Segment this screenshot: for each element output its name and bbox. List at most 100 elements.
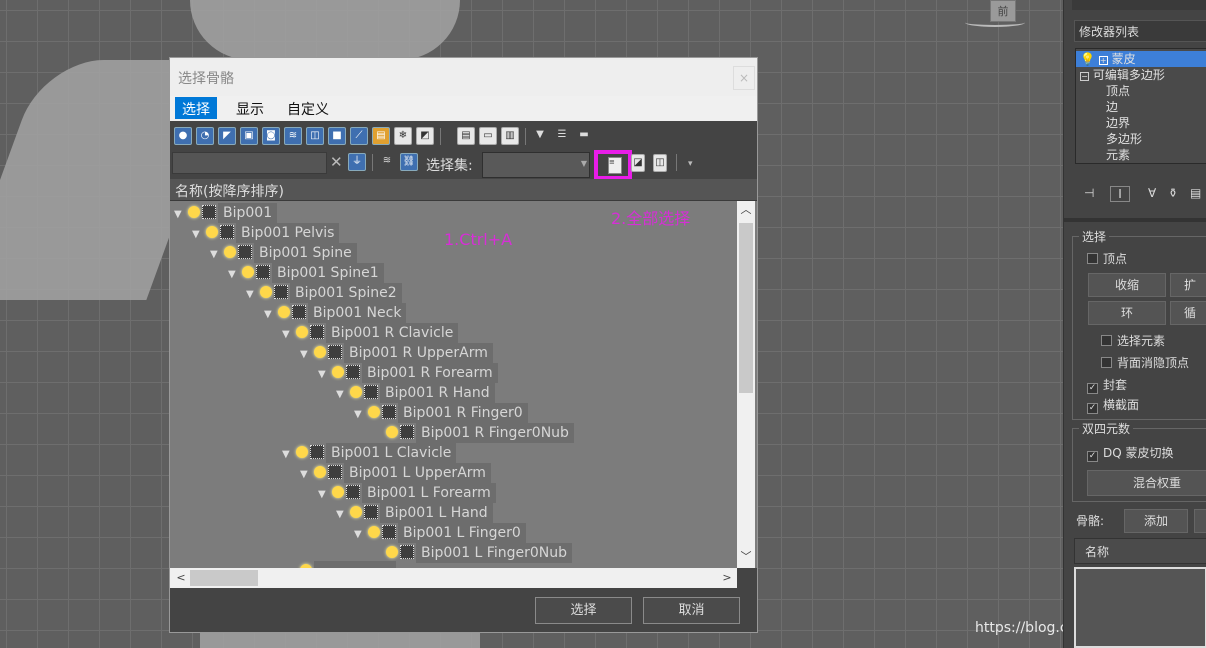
lightbulb-icon[interactable] [350,506,362,518]
lightbulb-icon[interactable] [314,346,326,358]
display-spacewarps-icon[interactable]: ≋ [284,127,302,145]
checkbox-box-checked[interactable]: ✓ [1087,383,1098,394]
display-lights-icon[interactable]: ◤ [218,127,236,145]
tree-row[interactable]: ▼ Bip001 R Forearm [318,363,498,383]
lightbulb-icon[interactable] [278,306,290,318]
scroll-left-icon[interactable]: < [172,569,190,587]
blend-weights-button[interactable]: 混合权重 [1087,470,1206,496]
tree-row[interactable]: ▼ Bip001 Neck [264,303,407,325]
lightbulb-icon[interactable] [296,446,308,458]
bone-list[interactable] [1074,567,1206,648]
backface-checkbox[interactable]: 背面消隐顶点 [1101,354,1189,371]
vertex-checkbox[interactable]: 顶点 [1087,250,1127,267]
search-input[interactable] [172,152,327,174]
clear-icon[interactable]: ✕ [330,153,343,171]
tree-row[interactable]: ▼ Bip001 L Forearm [318,483,496,503]
expand-triangle-icon[interactable]: ▼ [354,405,368,425]
ring-button[interactable]: 环 [1088,301,1166,325]
stack-item-element[interactable]: 元素 [1106,147,1130,163]
expand-triangle-icon[interactable]: ▼ [282,325,296,345]
lightbulb-icon[interactable] [368,406,380,418]
tree-row[interactable]: ▼ Bip001 L UpperArm [300,463,491,483]
select-all-page-icon[interactable]: ≡ [608,157,622,174]
lightbulb-icon[interactable] [332,486,344,498]
make-unique-icon[interactable]: ∀ [1148,186,1156,202]
lightbulb-icon[interactable] [314,466,326,478]
create-set-icon[interactable]: ◪ [631,154,645,172]
hierarchy-icon[interactable]: ⛓ [400,153,418,171]
filter-list-icon[interactable]: ☰ [553,127,571,145]
select-button[interactable]: 选择 [535,597,632,624]
tree-row[interactable]: ▼ Bip001 L Hand [336,503,493,523]
column-header[interactable]: 名称(按降序排序) [170,179,757,201]
checkbox-box-checked[interactable]: ✓ [1087,451,1098,462]
loop-button[interactable]: 循 [1170,301,1206,325]
stack-item-editable-poly[interactable]: − 可编辑多边形 [1080,67,1165,83]
lightbulb-icon[interactable] [188,206,200,218]
delete-set-icon[interactable]: ◫ [653,154,667,172]
tree-row[interactable]: ▼ Bip001 [174,203,278,223]
expand-triangle-icon[interactable]: ▼ [300,465,314,485]
lightbulb-icon[interactable] [260,286,272,298]
stack-item-vertex[interactable]: 顶点 [1106,83,1130,99]
scrollbar-thumb[interactable] [739,223,753,393]
tree-row[interactable]: ▼ Bip001 Pelvis [192,223,340,243]
display-geometry-icon[interactable]: ● [174,127,192,145]
expand-triangle-icon[interactable]: ▼ [318,365,332,385]
scroll-down-icon[interactable]: ﹀ [737,548,755,566]
lightbulb-icon[interactable] [242,266,254,278]
lightbulb-icon[interactable] [206,226,218,238]
stack-item-edge[interactable]: 边 [1106,99,1118,115]
cross-section-checkbox[interactable]: ✓ 横截面 [1087,396,1139,414]
lightbulb-icon[interactable] [224,246,236,258]
checkbox-box-checked[interactable]: ✓ [1087,403,1098,414]
remove-bone-button[interactable] [1194,509,1206,533]
tree-row[interactable]: ▼ Bip001 L Clavicle [282,443,457,463]
select-all-icon[interactable]: ▤ [457,127,475,145]
tree-row[interactable]: ▼ Bip001 Spine [210,243,357,263]
chevron-down-icon[interactable]: ▼ [581,159,587,168]
filter-options-icon[interactable]: ▬ [575,127,593,145]
lightbulb-icon[interactable] [386,426,398,438]
collapse-minus-icon[interactable]: − [1080,72,1089,81]
tree-row[interactable]: ▼ Bip001 R Hand [336,383,495,403]
expand-triangle-icon[interactable]: ▼ [264,305,278,325]
tree-row[interactable]: ▼ Bip001 Spine2 [246,283,402,303]
menu-select[interactable]: 选择 [175,97,217,119]
select-none-icon[interactable]: ▭ [479,127,497,145]
dq-skin-toggle-checkbox[interactable]: ✓ DQ 蒙皮切换 [1087,444,1174,462]
show-end-result-icon[interactable]: I [1110,186,1130,202]
cancel-button[interactable]: 取消 [643,597,740,624]
lightbulb-icon[interactable] [296,326,308,338]
tree-row[interactable]: ▼ Bip001 Spine1 [228,263,384,283]
layers-icon[interactable]: ≋ [378,153,396,171]
horizontal-scrollbar[interactable]: < > [170,568,737,588]
lightbulb-icon[interactable]: 💡 [1080,52,1095,66]
tree-row[interactable]: Bip001 R Finger0Nub [372,423,574,443]
stack-item-polygon[interactable]: 多边形 [1106,131,1142,147]
close-button[interactable]: × [733,66,755,90]
pin-stack-icon[interactable]: ⊣ [1084,186,1094,202]
scroll-up-icon[interactable]: ︿ [737,201,755,219]
bone-tree[interactable]: ▼ Bip001 ▼ Bip001 Pelvis ▼ Bip001 Spine ▼ Bip00… [170,201,757,568]
lightbulb-icon[interactable] [368,526,380,538]
select-element-checkbox[interactable]: 选择元素 [1101,332,1165,349]
display-groups-icon[interactable]: ◫ [306,127,324,145]
stack-item-border[interactable]: 边界 [1106,115,1130,131]
remove-modifier-icon[interactable]: ⚱ [1168,186,1178,202]
modifier-stack[interactable]: 💡 + 蒙皮 − 可编辑多边形 顶点 边 边界 多边形 元素 [1075,48,1206,164]
expand-triangle-icon[interactable]: ▼ [246,285,260,305]
scroll-right-icon[interactable]: > [718,569,736,587]
selection-set-combo[interactable]: ▼ [482,152,590,178]
menu-display[interactable]: 显示 [229,97,271,119]
display-xrefs-icon[interactable]: ■ [328,127,346,145]
expand-triangle-icon[interactable]: ▼ [318,485,332,505]
expand-triangle-icon[interactable]: ▼ [210,245,224,265]
tree-row[interactable]: ▼ Bip001 R Finger0 [354,403,528,423]
display-cameras-icon[interactable]: ▣ [240,127,258,145]
expand-triangle-icon[interactable]: ▼ [300,345,314,365]
tree-row[interactable]: ▼ Bip001 R Clavicle [282,323,459,345]
grow-button[interactable]: 扩 [1170,273,1206,297]
tree-row[interactable]: ▼ Bip001 R UpperArm [300,343,493,363]
checkbox-box[interactable] [1101,357,1112,368]
